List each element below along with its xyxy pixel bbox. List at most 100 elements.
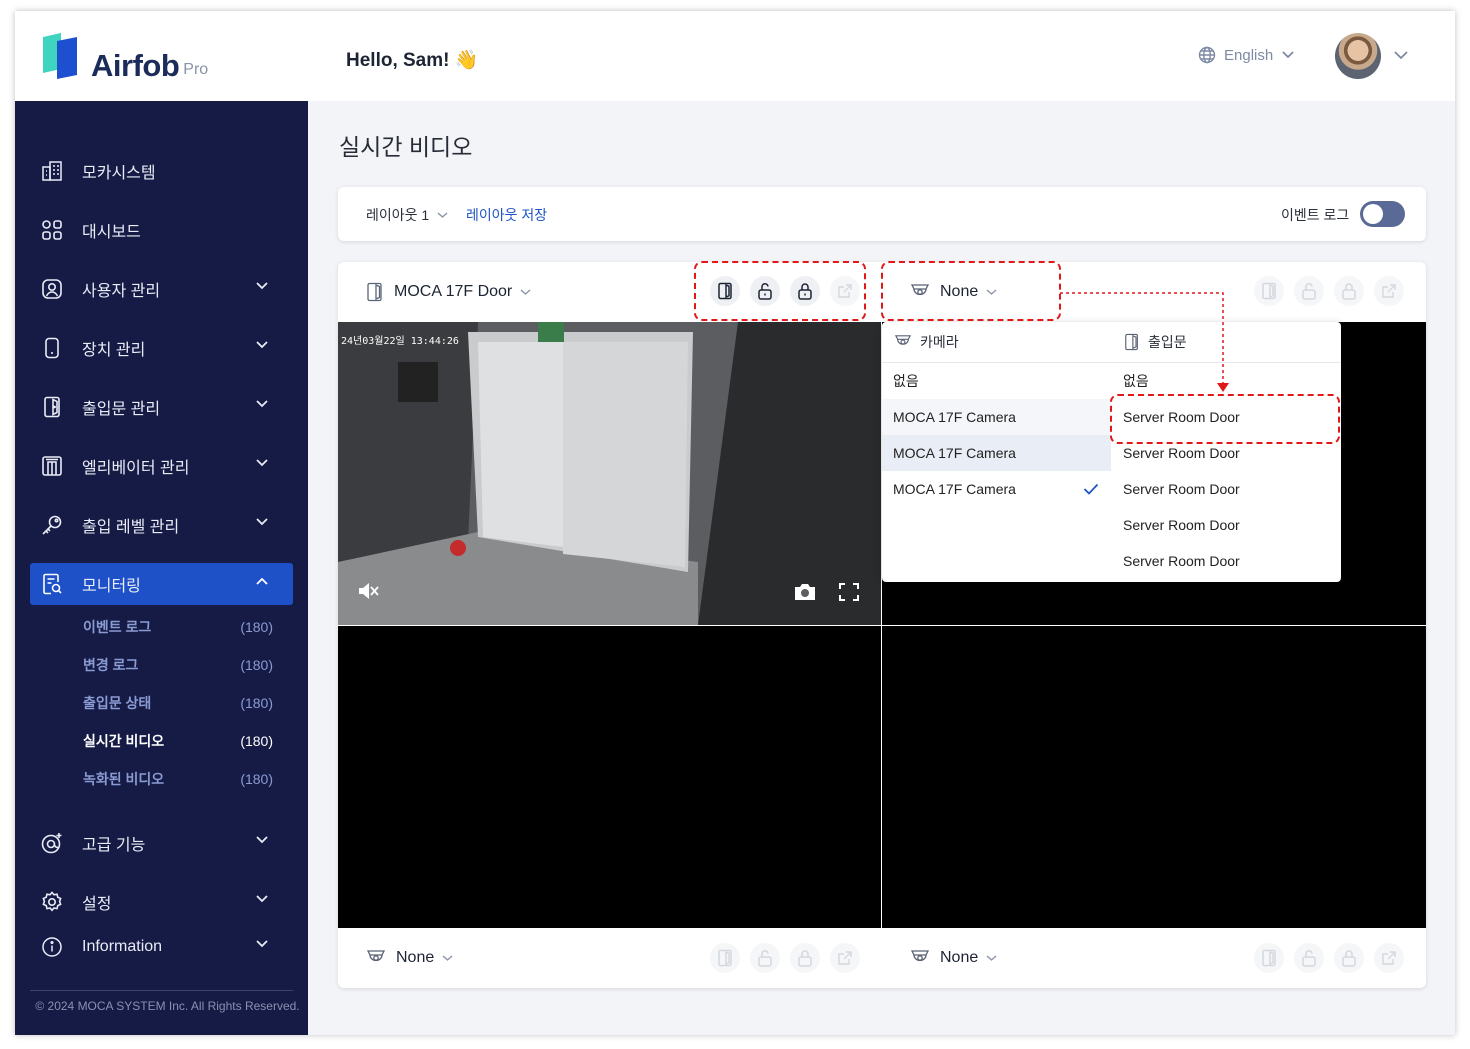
camera-icon — [910, 949, 930, 967]
sidebar-item-label: 대시보드 — [82, 224, 141, 241]
camera-option-selected[interactable]: MOCA 17F Camera — [882, 471, 1111, 507]
sidebar-item-door-management[interactable]: 출입문 관리 — [30, 386, 293, 428]
subitem-label: 이벤트 로그 — [83, 619, 152, 635]
cell-2-unlock-button[interactable] — [1294, 276, 1324, 306]
avatar[interactable] — [1335, 33, 1381, 79]
video-timestamp: 24년03월22일 13:44:26 — [341, 336, 459, 347]
external-link-icon — [1382, 951, 1396, 965]
cell-2-lock-button[interactable] — [1334, 276, 1364, 306]
cell-2-door-button[interactable] — [1254, 276, 1284, 306]
door-option[interactable]: Server Room Door — [1112, 543, 1341, 579]
user-icon — [40, 277, 64, 301]
sidebar-subitem-recorded-video[interactable]: 녹화된 비디오 (180) — [83, 767, 273, 791]
cell-3-door-button[interactable] — [710, 943, 740, 973]
sidebar-item-settings[interactable]: 설정 — [30, 881, 293, 923]
camera-icon — [894, 334, 912, 350]
cell-3-video-feed[interactable] — [338, 626, 881, 928]
cell-4-source-select[interactable]: None — [910, 928, 997, 988]
app-window: Airfob Pro Hello, Sam! 👋 English 모카시스템 대… — [15, 11, 1455, 1035]
cell-4-popout-button[interactable] — [1374, 943, 1404, 973]
door-icon — [1262, 282, 1276, 300]
lock-icon — [1342, 950, 1356, 967]
building-icon — [40, 159, 64, 183]
cell-1-source-select[interactable]: MOCA 17F Door — [366, 262, 531, 322]
subitem-count: (180) — [240, 657, 273, 673]
sidebar-item-dashboard[interactable]: 대시보드 — [30, 209, 293, 251]
sidebar-subitem-event-log[interactable]: 이벤트 로그 (180) — [83, 615, 273, 639]
subitem-count: (180) — [240, 695, 273, 711]
language-selector[interactable]: English — [1198, 46, 1295, 64]
event-log-toggle[interactable] — [1360, 201, 1405, 227]
sidebar-item-user-management[interactable]: 사용자 관리 — [30, 268, 293, 310]
sidebar-item-label: 모카시스템 — [82, 165, 156, 182]
sidebar-item-label: 모니터링 — [82, 578, 141, 595]
dropdown-camera-header-label: 카메라 — [920, 334, 959, 350]
unlock-icon — [758, 950, 772, 967]
sidebar-item-device-management[interactable]: 장치 관리 — [30, 327, 293, 369]
cell-4-video-feed[interactable] — [882, 626, 1426, 928]
snapshot-icon[interactable] — [793, 582, 817, 602]
camera-feed-image — [338, 322, 881, 625]
camera-option[interactable]: MOCA 17F Camera — [882, 399, 1111, 435]
cell-4-lock-button[interactable] — [1334, 943, 1364, 973]
door-icon — [1262, 949, 1276, 967]
mute-icon[interactable] — [356, 580, 380, 602]
door-icon — [718, 949, 732, 967]
brand-logo[interactable]: Airfob Pro — [39, 31, 208, 81]
sidebar-item-elevator-management[interactable]: 엘리베이터 관리 — [30, 445, 293, 487]
sidebar-item-information[interactable]: Information — [30, 926, 293, 968]
chevron-down-icon[interactable] — [1393, 49, 1409, 61]
annotation-highlight-source-select — [881, 261, 1061, 321]
cell-4-unlock-button[interactable] — [1294, 943, 1324, 973]
sidebar-item-label: Information — [82, 938, 163, 955]
chevron-down-icon — [1282, 51, 1294, 59]
device-icon — [40, 336, 64, 360]
layout-toolbar: 레이아웃 1 레이아웃 저장 이벤트 로그 — [338, 187, 1426, 241]
sidebar-item-advanced[interactable]: 고급 기능 — [30, 822, 293, 864]
dashboard-icon — [40, 218, 64, 242]
door-icon — [366, 282, 384, 302]
language-label: English — [1224, 46, 1274, 64]
layout-select[interactable]: 레이아웃 1 — [366, 205, 448, 225]
cell-3-lock-button[interactable] — [790, 943, 820, 973]
layout-select-value: 레이아웃 1 — [366, 207, 430, 223]
sidebar-item-access-level-management[interactable]: 출입 레벨 관리 — [30, 504, 293, 546]
fullscreen-icon[interactable] — [838, 582, 860, 602]
subitem-count: (180) — [240, 733, 273, 749]
logo-icon — [39, 31, 81, 81]
cell-3-source-select[interactable]: None — [366, 928, 453, 988]
cell-2-popout-button[interactable] — [1374, 276, 1404, 306]
cell-1-video-feed[interactable]: 24년03월22일 13:44:26 — [338, 322, 881, 625]
sidebar-item-label: 엘리베이터 관리 — [82, 460, 190, 477]
globe-icon — [1198, 46, 1216, 64]
subitem-label: 녹화된 비디오 — [83, 771, 165, 787]
sidebar-subitem-change-log[interactable]: 변경 로그 (180) — [83, 653, 273, 677]
cell-3-unlock-button[interactable] — [750, 943, 780, 973]
sidebar-item-label: 사용자 관리 — [82, 283, 161, 300]
sidebar-item-monitoring[interactable]: 모니터링 — [30, 563, 293, 605]
unlock-icon — [1302, 283, 1316, 300]
door-option[interactable]: Server Room Door — [1112, 507, 1341, 543]
chevron-down-icon — [256, 836, 268, 844]
cell-4-door-button[interactable] — [1254, 943, 1284, 973]
subitem-count: (180) — [240, 619, 273, 635]
sidebar-item-moca-system[interactable]: 모카시스템 — [30, 150, 293, 192]
cell-3-popout-button[interactable] — [830, 943, 860, 973]
lock-icon — [1342, 283, 1356, 300]
sidebar-subitem-door-status[interactable]: 출입문 상태 (180) — [83, 691, 273, 715]
event-log-toggle-label: 이벤트 로그 — [1281, 207, 1350, 223]
sidebar-item-label: 고급 기능 — [82, 837, 146, 854]
door-icon — [40, 395, 64, 419]
dropdown-camera-header: 카메라 — [894, 330, 959, 354]
elevator-icon — [40, 454, 64, 478]
camera-option[interactable]: MOCA 17F Camera — [882, 435, 1111, 471]
chevron-down-icon — [256, 895, 268, 903]
brand-suffix: Pro — [183, 61, 209, 78]
door-option[interactable]: Server Room Door — [1112, 471, 1341, 507]
sidebar-item-label: 장치 관리 — [82, 342, 146, 359]
chevron-up-icon — [256, 577, 268, 585]
chevron-down-icon — [986, 955, 997, 961]
sidebar-subitem-live-video[interactable]: 실시간 비디오 (180) — [83, 729, 273, 753]
layout-save-link[interactable]: 레이아웃 저장 — [466, 205, 547, 225]
annotation-highlight-controls — [694, 261, 866, 321]
